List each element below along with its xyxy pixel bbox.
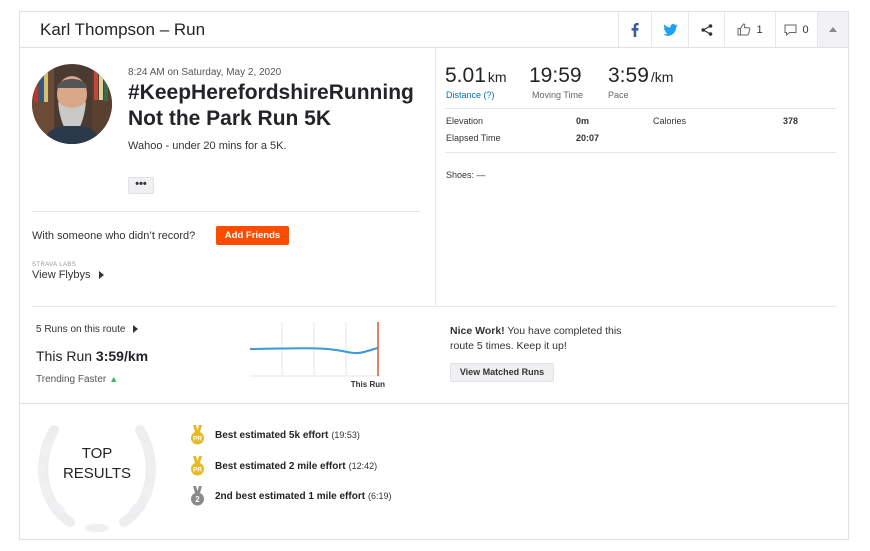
shoes-label: Shoes: — bbox=[446, 170, 486, 180]
strava-labs-label: STRAVA LABS bbox=[32, 262, 77, 268]
distance-label[interactable]: Distance (?) bbox=[446, 90, 495, 100]
pr-medal-icon: PR bbox=[191, 425, 204, 445]
result-item[interactable]: PR Best estimated 2 mile effort (12:42) bbox=[190, 456, 377, 476]
top-results-title: TOP RESULTS bbox=[56, 444, 138, 484]
more-options-button[interactable]: ••• bbox=[128, 177, 154, 194]
calories-label: Calories bbox=[653, 116, 687, 126]
divider bbox=[445, 108, 836, 109]
result-label: Best estimated 2 mile effort bbox=[215, 460, 346, 472]
facebook-icon bbox=[631, 22, 639, 37]
result-time: (12:42) bbox=[348, 460, 378, 471]
result-item[interactable]: 2 2nd best estimated 1 mile effort (6:19) bbox=[190, 486, 392, 506]
trending-up-icon: ▲ bbox=[109, 374, 119, 384]
chevron-right-icon bbox=[98, 271, 104, 280]
add-friends-button[interactable]: Add Friends bbox=[216, 226, 289, 245]
divider bbox=[32, 211, 420, 212]
elapsed-time-label: Elapsed Time bbox=[446, 133, 501, 143]
activity-title-line1: #KeepHerefordshireRunning bbox=[128, 81, 414, 104]
share-icon bbox=[700, 23, 712, 36]
runs-on-route-label: 5 Runs on this route bbox=[36, 324, 126, 335]
this-run-summary: This Run 3:59/km bbox=[36, 348, 148, 364]
activity-title: #KeepHerefordshireRunning Not the Park R… bbox=[128, 80, 428, 132]
twitter-share-button[interactable] bbox=[651, 12, 688, 47]
vertical-divider bbox=[435, 48, 436, 306]
share-button[interactable] bbox=[688, 12, 724, 47]
chevron-right-icon bbox=[133, 325, 139, 334]
comment-button[interactable]: 0 bbox=[775, 12, 817, 47]
distance-value: 5.01 bbox=[445, 64, 486, 87]
pace-label: Pace bbox=[608, 90, 629, 100]
result-time: (19:53) bbox=[331, 429, 360, 440]
elevation-label: Elevation bbox=[446, 116, 484, 126]
result-time: (6:19) bbox=[368, 490, 392, 501]
result-label: 2nd best estimated 1 mile effort bbox=[215, 490, 366, 502]
pace-value: 3:59 bbox=[608, 64, 649, 87]
distance-unit: km bbox=[487, 69, 507, 85]
twitter-icon bbox=[662, 23, 678, 36]
top-results-line2: RESULTS bbox=[62, 465, 132, 482]
activity-datetime: 8:24 AM on Saturday, May 2, 2020 bbox=[128, 67, 282, 78]
medal-rank: PR bbox=[193, 436, 202, 443]
moving-time-value: 19:59 bbox=[529, 64, 582, 87]
moving-time-stat: 19:59 bbox=[529, 64, 582, 88]
this-run-prefix: This Run bbox=[36, 348, 93, 364]
result-label: Best estimated 5k effort bbox=[215, 429, 329, 441]
medal-rank: PR bbox=[193, 467, 202, 474]
pace-stat: 3:59/km bbox=[608, 64, 673, 88]
trending-label: Trending Faster bbox=[36, 374, 107, 385]
silver-medal-icon: 2 bbox=[191, 486, 204, 506]
athlete-avatar[interactable] bbox=[32, 64, 112, 144]
kudos-button[interactable]: 1 bbox=[724, 12, 775, 47]
trending-indicator: Trending Faster ▲ bbox=[36, 374, 118, 385]
calories-value: 378 bbox=[783, 116, 799, 126]
route-pace-chart: This Run bbox=[248, 320, 388, 390]
view-flybys-label: View Flybys bbox=[32, 269, 91, 281]
nice-work-heading: Nice Work! bbox=[450, 325, 505, 337]
this-run-pace: 3:59/km bbox=[95, 348, 149, 364]
chart-this-run-label: This Run bbox=[351, 380, 385, 389]
divider bbox=[445, 152, 836, 153]
route-encouragement: Nice Work! You have completed this route… bbox=[450, 324, 630, 354]
kudos-count: 1 bbox=[756, 23, 763, 36]
moving-time-label: Moving Time bbox=[532, 90, 584, 100]
top-results-section: TOP RESULTS PR Best estimated 5k effort(… bbox=[20, 403, 848, 540]
activity-title-line2: Not the Park Run 5K bbox=[128, 107, 332, 130]
divider bbox=[32, 306, 836, 307]
runs-on-route-link[interactable]: 5 Runs on this route bbox=[36, 324, 139, 335]
with-someone-text: With someone who didn’t record? bbox=[32, 230, 196, 242]
activity-header: Karl Thompson – Run 1 0 bbox=[20, 12, 848, 48]
pr-medal-icon: PR bbox=[191, 456, 204, 476]
activity-header-title: Karl Thompson – Run bbox=[40, 20, 206, 39]
chevron-up-icon bbox=[829, 27, 837, 32]
elevation-value: 0m bbox=[576, 116, 590, 126]
activity-description: Wahoo - under 20 mins for a 5K. bbox=[128, 140, 287, 152]
activity-card: Karl Thompson – Run 1 0 8:24 AM on Satur… bbox=[19, 11, 849, 540]
thumbs-up-icon bbox=[737, 23, 751, 36]
distance-stat: 5.01 km bbox=[445, 64, 507, 88]
view-flybys-link[interactable]: View Flybys bbox=[32, 269, 104, 281]
top-results-line1: TOP bbox=[81, 445, 113, 462]
comment-count: 0 bbox=[802, 23, 809, 36]
facebook-share-button[interactable] bbox=[618, 12, 651, 47]
comment-icon bbox=[784, 24, 797, 36]
result-item[interactable]: PR Best estimated 5k effort (19:53) bbox=[190, 425, 360, 445]
pace-unit: /km bbox=[650, 69, 674, 85]
view-matched-runs-button[interactable]: View Matched Runs bbox=[450, 363, 554, 382]
medal-rank: 2 bbox=[195, 495, 200, 504]
collapse-button[interactable] bbox=[817, 12, 848, 47]
elapsed-time-value: 20:07 bbox=[576, 133, 600, 143]
